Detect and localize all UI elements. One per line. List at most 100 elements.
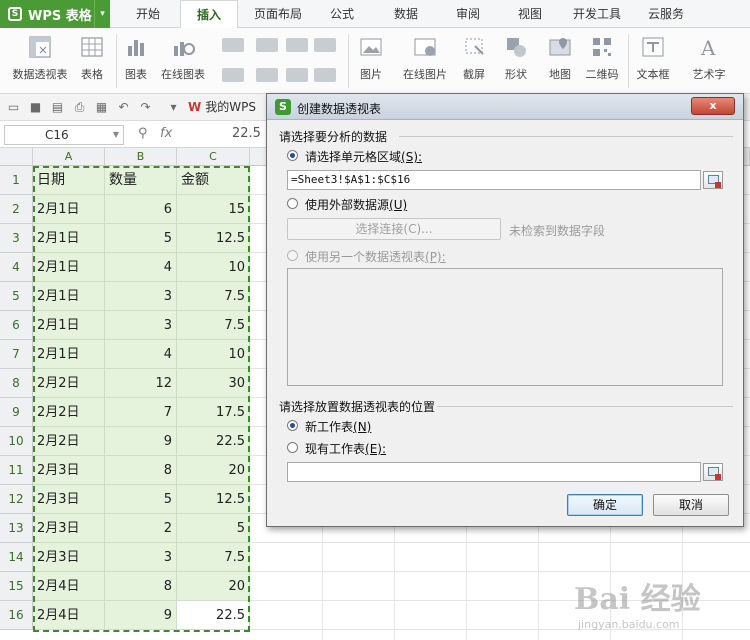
- table-cell[interactable]: 2月2日: [33, 398, 105, 427]
- qrcode-button[interactable]: 二维码: [582, 34, 622, 82]
- table-cell[interactable]: 8: [105, 456, 177, 485]
- wordart-button[interactable]: A 艺术字: [686, 34, 732, 82]
- tab-cloud[interactable]: 云服务: [638, 0, 694, 28]
- tab-developer[interactable]: 开发工具: [566, 0, 628, 28]
- table-cell[interactable]: 2月3日: [33, 485, 105, 514]
- line-chart-icon[interactable]: [256, 38, 278, 52]
- table-cell[interactable]: 6: [105, 195, 177, 224]
- undo-icon[interactable]: ↶: [116, 100, 131, 115]
- range-picker-button[interactable]: [703, 171, 723, 189]
- table-cell[interactable]: 22.5: [177, 601, 250, 630]
- table-cell[interactable]: 2月3日: [33, 456, 105, 485]
- dot-chart-icon[interactable]: [314, 68, 336, 82]
- table-cell[interactable]: 20: [177, 572, 250, 601]
- name-box[interactable]: C16 ▼: [4, 125, 124, 145]
- table-cell[interactable]: 9: [105, 427, 177, 456]
- table-cell[interactable]: 2月1日: [33, 195, 105, 224]
- row-header[interactable]: 7: [0, 340, 33, 369]
- print-icon[interactable]: ⎙: [72, 100, 87, 115]
- table-cell[interactable]: 7.5: [177, 311, 250, 340]
- table-cell[interactable]: 4: [105, 340, 177, 369]
- option-select-range[interactable]: 请选择单元格区域(S):: [305, 148, 422, 165]
- ok-button[interactable]: 确定: [567, 494, 643, 516]
- row-header[interactable]: 11: [0, 456, 33, 485]
- table-cell[interactable]: 7.5: [177, 282, 250, 311]
- tab-formulas[interactable]: 公式: [320, 0, 364, 28]
- location-picker-button[interactable]: [703, 463, 723, 481]
- chevron-down-icon[interactable]: ▼: [113, 126, 119, 144]
- table-cell[interactable]: 10: [177, 253, 250, 282]
- chart-button[interactable]: 图表: [120, 34, 152, 82]
- table-button[interactable]: 表格: [76, 34, 108, 82]
- insert-function-button[interactable]: fx: [160, 126, 172, 141]
- table-cell[interactable]: 2月1日: [33, 224, 105, 253]
- table-cell[interactable]: 2月2日: [33, 427, 105, 456]
- pivot-table-button[interactable]: 数据透视表: [8, 34, 72, 82]
- print-preview-icon[interactable]: ▦: [94, 100, 109, 115]
- picture-button[interactable]: 图片: [354, 34, 388, 82]
- choose-connection-button[interactable]: 选择连接(C)...: [287, 218, 501, 240]
- app-menu-button[interactable]: S WPS 表格 ▾: [0, 0, 110, 28]
- row-header[interactable]: 6: [0, 311, 33, 340]
- row-header[interactable]: 5: [0, 282, 33, 311]
- table-cell[interactable]: 2月1日: [33, 253, 105, 282]
- table-cell[interactable]: 22.5: [177, 427, 250, 456]
- bar-chart-icon[interactable]: [222, 38, 244, 52]
- zoom-lookup-icon[interactable]: ⚲: [138, 126, 148, 141]
- table-cell[interactable]: 2月3日: [33, 514, 105, 543]
- online-picture-button[interactable]: 在线图片: [398, 34, 452, 82]
- tab-review[interactable]: 审阅: [446, 0, 490, 28]
- table-cell[interactable]: 15: [177, 195, 250, 224]
- table-cell[interactable]: 2月4日: [33, 601, 105, 630]
- option-existing-sheet[interactable]: 现有工作表(E):: [305, 440, 386, 457]
- radio-other-pivot[interactable]: [287, 250, 298, 261]
- tab-insert[interactable]: 插入: [180, 0, 238, 29]
- row-header[interactable]: 14: [0, 543, 33, 572]
- row-header[interactable]: 16: [0, 601, 33, 630]
- scatter-chart-icon[interactable]: [286, 38, 308, 52]
- radio-existing-sheet[interactable]: [287, 442, 298, 453]
- header-cell[interactable]: 数量: [105, 166, 177, 195]
- table-cell[interactable]: 7: [105, 398, 177, 427]
- my-wps-tab[interactable]: W 我的WPS: [188, 98, 256, 117]
- table-cell[interactable]: 3: [105, 311, 177, 340]
- column-header-a[interactable]: A: [33, 148, 105, 166]
- tab-home[interactable]: 开始: [126, 0, 170, 28]
- table-cell[interactable]: 2月1日: [33, 340, 105, 369]
- table-cell[interactable]: 2月1日: [33, 282, 105, 311]
- row-header[interactable]: 8: [0, 369, 33, 398]
- table-cell[interactable]: 12.5: [177, 224, 250, 253]
- table-cell[interactable]: 12: [105, 369, 177, 398]
- row-header[interactable]: 2: [0, 195, 33, 224]
- header-cell[interactable]: 金额: [177, 166, 250, 195]
- table-cell[interactable]: 2月2日: [33, 369, 105, 398]
- table-cell[interactable]: 5: [105, 485, 177, 514]
- table-cell[interactable]: 2月3日: [33, 543, 105, 572]
- row-header[interactable]: 9: [0, 398, 33, 427]
- select-all-corner[interactable]: [0, 148, 33, 166]
- table-cell[interactable]: 5: [105, 224, 177, 253]
- column-header-c[interactable]: C: [177, 148, 250, 166]
- tab-data[interactable]: 数据: [384, 0, 428, 28]
- table-cell[interactable]: 9: [105, 601, 177, 630]
- table-cell[interactable]: 20: [177, 456, 250, 485]
- customize-dropdown-icon[interactable]: ▾: [166, 100, 181, 115]
- radio-new-sheet[interactable]: [287, 420, 298, 431]
- tab-view[interactable]: 视图: [508, 0, 552, 28]
- table-cell[interactable]: 4: [105, 253, 177, 282]
- close-button[interactable]: x: [691, 97, 735, 115]
- redo-icon[interactable]: ↷: [138, 100, 153, 115]
- cancel-button[interactable]: 取消: [653, 494, 729, 516]
- row-header[interactable]: 12: [0, 485, 33, 514]
- range-input[interactable]: =Sheet3!$A$1:$C$16: [287, 170, 701, 190]
- option-external-source[interactable]: 使用外部数据源(U): [305, 196, 407, 213]
- formula-input[interactable]: 22.5: [232, 126, 261, 141]
- chevron-down-icon[interactable]: ▾: [94, 0, 110, 28]
- open-folder-icon[interactable]: ▭: [6, 100, 21, 115]
- area-chart-icon[interactable]: [222, 68, 244, 82]
- existing-location-input[interactable]: [287, 462, 701, 482]
- dialog-titlebar[interactable]: S 创建数据透视表 x: [267, 94, 743, 120]
- option-new-sheet[interactable]: 新工作表(N): [305, 418, 371, 435]
- table-cell[interactable]: 7.5: [177, 543, 250, 572]
- table-cell[interactable]: 10: [177, 340, 250, 369]
